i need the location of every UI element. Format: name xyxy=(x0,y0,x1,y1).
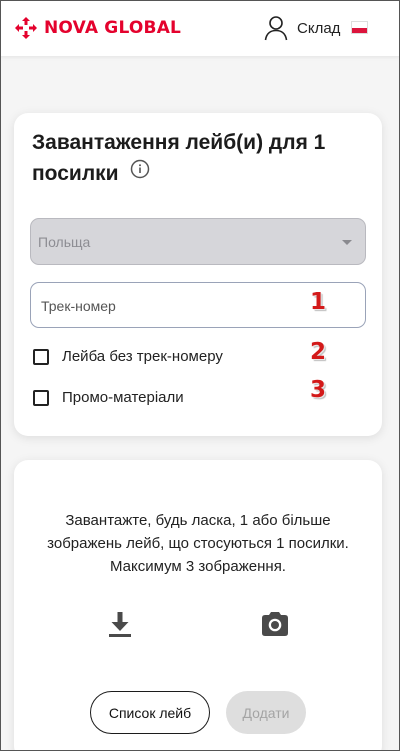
files-card: Завантажте, будь ласка, 1 або більше зоб… xyxy=(14,460,382,751)
no-tracking-checkbox-label: Лейба без трек-номеру xyxy=(62,348,223,365)
brand-name: NOVA GLOBAL xyxy=(44,18,182,38)
label-list-button[interactable]: Список лейб xyxy=(90,691,210,734)
download-icon[interactable] xyxy=(107,610,133,638)
step-marker-3: 3 xyxy=(310,377,327,403)
nova-logo-icon xyxy=(15,17,37,39)
brand-logo[interactable]: NOVA GLOBAL xyxy=(14,16,181,40)
step-marker-1: 1 xyxy=(310,289,327,315)
tracking-number-placeholder: Трек-номер xyxy=(41,298,116,314)
country-select[interactable]: Польща xyxy=(30,218,366,265)
no-tracking-checkbox[interactable] xyxy=(33,348,49,365)
camera-icon[interactable] xyxy=(260,610,290,638)
app-header: NOVA GLOBAL Склад xyxy=(0,0,400,56)
label-upload-card: Завантаження лейб(и) для 1 посилки Польщ… xyxy=(14,113,382,436)
title-text: Завантаження лейб(и) для 1 посилки xyxy=(32,131,326,185)
country-select-value: Польща xyxy=(38,234,91,250)
warehouse-label: Склад xyxy=(297,19,341,37)
poland-flag-icon[interactable] xyxy=(351,21,368,34)
user-menu[interactable]: Склад xyxy=(264,15,340,41)
chevron-down-icon xyxy=(342,240,352,245)
promo-materials-option[interactable]: Промо-матеріали xyxy=(33,389,184,406)
promo-materials-checkbox[interactable] xyxy=(33,389,49,406)
promo-materials-checkbox-label: Промо-матеріали xyxy=(62,389,184,406)
add-button[interactable]: Додати xyxy=(226,691,306,734)
info-icon[interactable] xyxy=(130,157,150,188)
no-tracking-label-option[interactable]: Лейба без трек-номеру xyxy=(33,348,223,365)
upload-instructions: Завантажте, будь ласка, 1 або більше зоб… xyxy=(47,512,349,575)
page-title: Завантаження лейб(и) для 1 посилки xyxy=(32,127,362,190)
user-icon xyxy=(264,16,288,41)
step-marker-2: 2 xyxy=(310,339,327,365)
